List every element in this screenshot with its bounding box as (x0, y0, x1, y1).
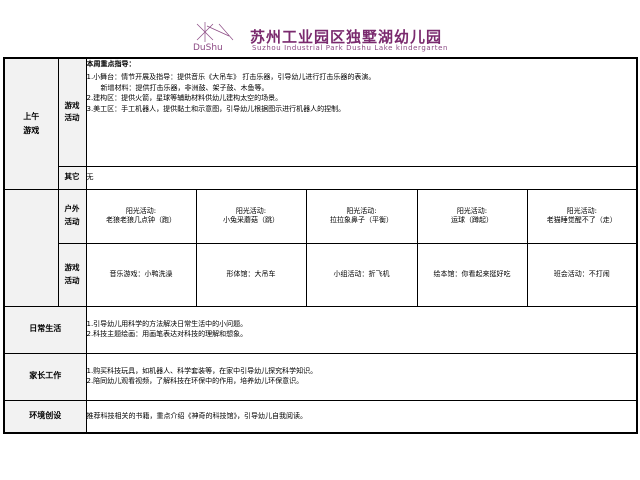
weekly-focus-content: 本周重点指导： 1.小舞台：情节开展及指导：提供音乐《大吊车》 打击乐器，引导幼… (85, 57, 638, 167)
daily-life-content: 1.引导幼儿用科学的方法解决日常生活中的小问题。 2.科技主题绘画：用画笔表达对… (85, 305, 638, 354)
outdoor-activity-label: 户外 活动 (57, 188, 87, 244)
afternoon-section-blank (3, 188, 59, 307)
page-header: DuShu 苏州工业园区独墅湖幼儿园 Suzhou Industrial Par… (0, 0, 640, 56)
outdoor-cell: 阳光活动: 老狼老狼几点钟（跑） (85, 188, 197, 244)
afternoon-games-row: 游戏 活动 音乐游戏：小鸭洗澡 形体馆：大吊车 小组活动：折飞机 绘本馆：你看起… (4, 242, 638, 307)
other-label: 其它 (57, 165, 87, 190)
games-activity-label: 游戏 活动 (57, 57, 87, 167)
daily-life-label: 日常生活 (3, 305, 87, 354)
morning-games-label: 上午 游戏 (3, 57, 59, 190)
focus-line: 1.小舞台：情节开展及指导：提供音乐《大吊车》 打击乐器，引导幼儿进行打击乐器的… (86, 73, 376, 82)
daily-life-row: 日常生活 1.引导幼儿用科学的方法解决日常生活中的小问题。 2.科技主题绘画：用… (3, 305, 638, 354)
outdoor-cell: 阳光活动: 小兔采蘑菇（跳） (195, 188, 307, 244)
afternoon-games-label: 游戏 活动 (57, 242, 87, 307)
morning-games-row: 上午 游戏 游戏 活动 本周重点指导： 1.小舞台：情节开展及指导：提供音乐《大… (3, 57, 638, 190)
focus-title: 本周重点指导： (86, 60, 136, 68)
parent-work-label: 家长工作 (3, 352, 87, 401)
afternoon-game-cell: 小组活动：折飞机 (305, 242, 418, 307)
parent-work-content: 1.购买科技玩具，如机器人、科学套装等，在家中引导幼儿探究科学知识。 2.陪同幼… (85, 352, 638, 401)
kindergarten-logo-icon: DuShu (193, 22, 234, 52)
outdoor-cell: 阳光活动: 拉拉象鼻子（平衡） (305, 188, 418, 244)
environment-row: 环境创设 推荐科技相关的书籍，重点介绍《神奇的科技馆》，引导幼儿自我阅读。 (3, 399, 638, 434)
afternoon-game-cell: 形体馆：大吊车 (195, 242, 307, 307)
outdoor-cell: 阳光活动: 运球（蹲起） (416, 188, 528, 244)
afternoon-game-cell: 绘本馆：你看起来挺好吃 (416, 242, 528, 307)
other-value: 无 (85, 165, 638, 190)
focus-line: 3.美工区：手工机器人，提供黏土和示意图，引导幼儿根据图示进行机器人的捏制。 (86, 104, 346, 113)
org-name-en: Suzhou Industrial Park Dushu Lake kinder… (252, 44, 449, 52)
weekly-plan-table: 上午 游戏 游戏 活动 本周重点指导： 1.小舞台：情节开展及指导：提供音乐《大… (3, 57, 639, 434)
outdoor-row: 户外 活动 阳光活动: 老狼老狼几点钟（跑） 阳光活动: 小兔采蘑菇（跳） 阳光… (3, 188, 638, 307)
outdoor-cell: 阳光活动: 老猫睡觉醒不了（走） (526, 188, 638, 244)
svg-text:DuShu: DuShu (193, 43, 223, 52)
environment-label: 环境创设 (3, 399, 87, 434)
environment-content: 推荐科技相关的书籍，重点介绍《神奇的科技馆》，引导幼儿自我阅读。 (85, 399, 638, 434)
parent-work-row: 家长工作 1.购买科技玩具，如机器人、科学套装等，在家中引导幼儿探究科学知识。 … (3, 352, 638, 401)
focus-line: 2.建构区：提供火箭，星球等辅助材料供幼儿建构太空的场景。 (86, 94, 283, 103)
other-row: 其它 无 (4, 165, 638, 190)
afternoon-game-cell: 音乐游戏：小鸭洗澡 (85, 242, 197, 307)
afternoon-game-cell: 班会活动：不打闹 (526, 242, 638, 307)
focus-line: 新增材料：提供打击乐器，非洲鼓、架子鼓、木鱼等。 (100, 83, 269, 92)
